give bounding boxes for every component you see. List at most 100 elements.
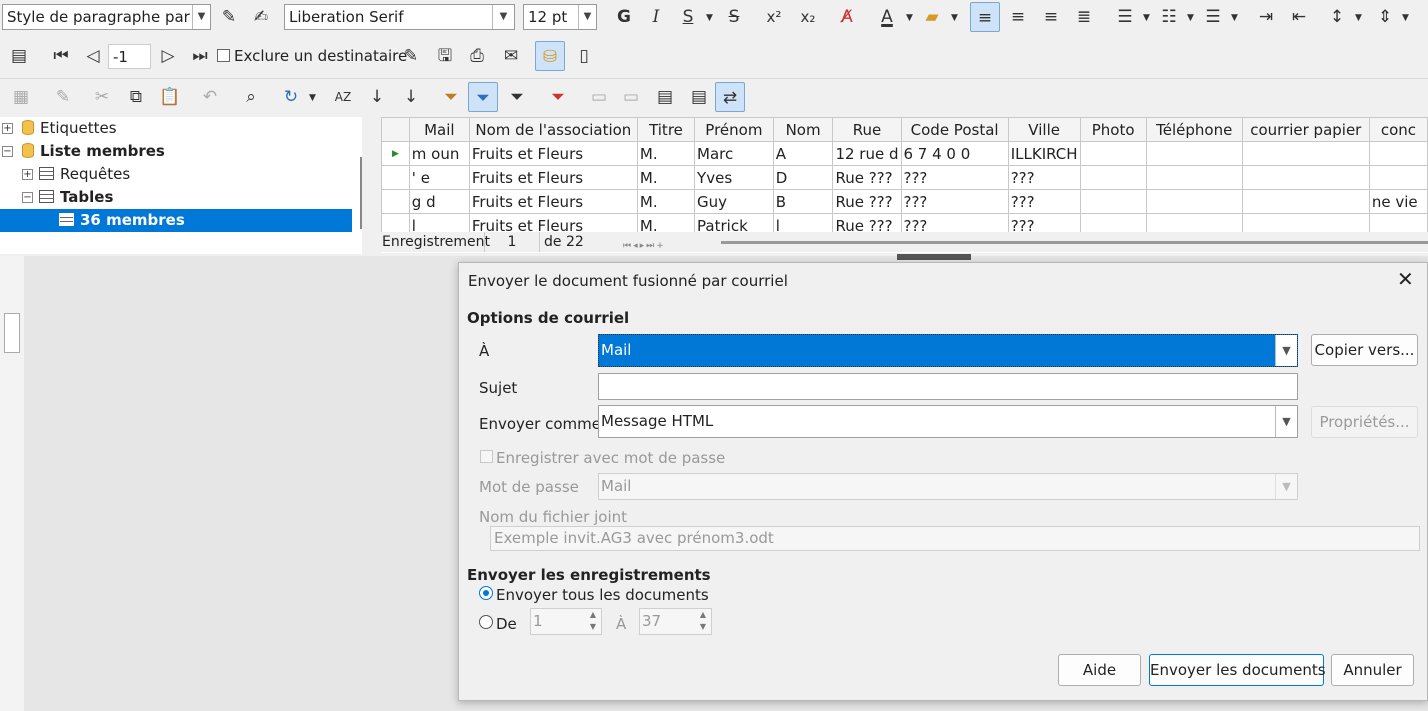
to-combo[interactable]: Mail ▼ [598,334,1298,367]
table-cell[interactable]: A [772,141,834,166]
table-cell[interactable]: 12 rue d [832,141,902,166]
table-row[interactable]: ' e Fruits et Fleurs M. Yves D Rue ????????? [381,165,1428,190]
align-left-icon[interactable]: ≡ [970,2,1000,32]
table-row[interactable]: g d Fruits et Fleurs M. Guy B Rue ????????? ne… [381,189,1428,214]
table-cell[interactable] [1145,189,1243,214]
table-cell[interactable]: Rue ??? [832,165,902,190]
tree-item-liste-membres[interactable]: − Liste membres [0,140,352,163]
table-cell[interactable]: ' e [408,165,470,190]
table-cell[interactable]: ??? [1007,189,1081,214]
data-to-text-icon[interactable]: ▭ [584,82,614,112]
increase-indent-icon[interactable]: ⇥ [1251,2,1281,32]
column-header[interactable]: Photo [1079,117,1147,142]
table-cell[interactable]: m oun [408,141,470,166]
tree-item-36-membres[interactable]: 36 membres [0,209,352,232]
print-merged-icon[interactable]: ⎙ [462,41,492,71]
table-cell[interactable]: D [772,165,834,190]
table-cell[interactable] [1079,141,1147,166]
column-header[interactable]: Téléphone [1145,117,1243,142]
grid-scrollbar[interactable] [721,241,1428,244]
column-header[interactable]: Titre [636,117,696,142]
font-name-combo[interactable]: Liberation Serif ▼ [284,4,515,30]
column-header[interactable]: Nom de l'association [468,117,638,142]
spin-down-icon[interactable]: ▼ [696,622,710,631]
table-cell[interactable] [1368,165,1428,190]
column-header[interactable]: conc [1368,117,1428,142]
table-cell[interactable]: Fruits et Fleurs [468,141,638,166]
table-cell[interactable] [1241,189,1370,214]
collapse-icon[interactable]: − [22,192,33,203]
row-selector-header[interactable] [381,117,410,142]
table-cell[interactable]: Fruits et Fleurs [468,189,638,214]
chevron-down-icon[interactable]: ▼ [192,5,210,29]
send-all-radio[interactable] [479,586,493,600]
paste-icon[interactable]: 📋 [155,82,185,112]
subject-input[interactable] [598,373,1298,400]
standard-filter-icon[interactable]: ⏷ [502,82,532,112]
chevron-down-icon[interactable]: ▼ [1402,13,1409,23]
send-as-combo[interactable]: Message HTML ▼ [598,405,1298,438]
explorer-toggle-icon[interactable]: ⇄ [715,82,745,112]
font-color-icon[interactable]: A [872,2,902,32]
attachment-input[interactable]: Exemple invit.AG3 avec prénom3.odt [490,526,1420,551]
data-sources-icon[interactable]: ⛁ [535,41,565,71]
update-style-icon[interactable]: ✎ [214,2,244,32]
clear-formatting-icon[interactable]: A̸ [832,2,862,32]
table-cell[interactable]: M. [636,165,696,190]
collapse-icon[interactable]: − [2,146,13,157]
reset-filter-icon[interactable]: ⏷ [543,82,573,112]
chevron-down-icon[interactable]: ▼ [1355,13,1362,23]
spin-down-icon[interactable]: ▼ [586,622,600,631]
table-cell[interactable] [1145,141,1243,166]
edit-data-icon[interactable]: ✎ [48,82,78,112]
font-size-combo[interactable]: 12 pt ▼ [523,4,597,30]
save-merged-icon[interactable]: 🖫 [430,41,460,71]
sort-descending-icon[interactable]: ↓ [396,82,426,112]
splitter-handle[interactable] [897,254,971,260]
table-cell[interactable] [1241,141,1370,166]
tree-item-tables[interactable]: − Tables [0,186,352,209]
bold-button[interactable]: G [609,2,639,32]
table-cell[interactable]: Rue ??? [832,189,902,214]
row-selector[interactable] [381,189,410,214]
sort-icon[interactable]: AZ [328,82,358,112]
column-header[interactable]: courrier papier [1241,117,1370,142]
save-password-checkbox[interactable] [480,450,493,463]
column-header[interactable]: Mail [408,117,470,142]
table-row[interactable]: ▶ m oun Fruits et Fleurs M. Marc A 12 rue d6 … [381,141,1428,166]
new-style-icon[interactable]: ✍ [246,2,276,32]
justify-icon[interactable]: ≣ [1069,2,1099,32]
from-radio[interactable] [479,615,493,629]
table-cell[interactable]: Guy [694,189,774,214]
tree-item-requetes[interactable]: + Requêtes [0,163,352,186]
column-header[interactable]: Rue [832,117,902,142]
spin-up-icon[interactable]: ▲ [696,610,710,619]
line-spacing-icon[interactable]: ↕ [1322,2,1352,32]
table-cell[interactable]: ??? [1007,165,1081,190]
copy-icon[interactable]: ⧉ [121,82,151,112]
bullet-list-icon[interactable]: ☰ [1110,2,1140,32]
next-record-icon[interactable]: ▷ [153,41,183,71]
table-cell[interactable]: M. [636,189,696,214]
mail-merge-wizard-icon[interactable]: ▤ [4,41,34,71]
help-button[interactable]: Aide [1058,654,1141,686]
password-combo[interactable]: Mail ▼ [598,473,1298,500]
highlight-icon[interactable]: ▰ [917,2,947,32]
first-record-icon[interactable]: ⏮ [46,41,76,71]
align-center-icon[interactable]: ≡ [1003,2,1033,32]
table-cell[interactable]: Fruits et Fleurs [468,165,638,190]
expand-icon[interactable]: + [22,169,33,180]
current-row-icon[interactable]: ▶ [381,141,410,166]
table-cell[interactable]: Yves [694,165,774,190]
data-to-fields-icon[interactable]: ▭ [616,82,646,112]
chevron-down-icon[interactable]: ▼ [906,13,913,23]
chevron-down-icon[interactable]: ▼ [1275,335,1297,366]
edit-document-icon[interactable]: ✎ [396,41,426,71]
align-right-icon[interactable]: ≡ [1036,2,1066,32]
to-spinbox[interactable]: 37 ▲ ▼ [639,608,712,635]
autofilter-icon[interactable]: ⏷ [436,82,466,112]
expand-icon[interactable]: + [2,123,13,134]
outline-list-icon[interactable]: ☰ [1198,2,1228,32]
from-spinbox[interactable]: 1 ▲ ▼ [530,608,602,635]
chevron-down-icon[interactable]: ▼ [1187,13,1194,23]
